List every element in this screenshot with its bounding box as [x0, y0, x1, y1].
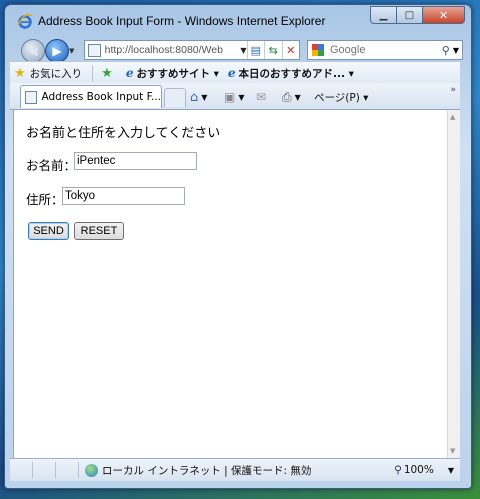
favorites-button[interactable]: ★ お気に入り [10, 66, 82, 81]
add-favorite-button[interactable]: ★ [97, 66, 117, 81]
back-icon: ◀ [28, 44, 38, 58]
print-icon: ⎙ [282, 89, 292, 104]
address-label: 住所： [26, 192, 64, 207]
send-button[interactable]: SEND [28, 222, 69, 240]
more-commands-chevron[interactable]: » [450, 85, 456, 95]
favorite-link-web-slice[interactable]: e 本日のおすすめアド... ▾ [225, 66, 354, 81]
ie-icon: e [125, 66, 134, 80]
address-url[interactable]: http://localhost:8080/Web [105, 44, 239, 56]
forward-icon: ▶ [52, 44, 62, 58]
security-zone-text: ローカル イントラネット | 保護モード: 無効 [102, 464, 312, 477]
favorites-bar: ★ お気に入り ★ e おすすめサイト ▾ e 本日のおすすめアド... ▾ [10, 61, 460, 84]
address-input[interactable] [62, 187, 185, 205]
new-tab-button[interactable] [164, 88, 186, 107]
page-menu-button[interactable]: ページ(P) ▾ [314, 88, 368, 106]
read-mail-button[interactable]: ✉ [256, 88, 266, 106]
status-bar: ローカル イントラネット | 保護モード: 無効 ⚲ 100% ▼ [10, 458, 460, 481]
stop-icon[interactable]: ✕ [281, 41, 299, 59]
search-box[interactable]: Google ⚲ ▼ [307, 40, 463, 60]
maximize-button[interactable]: □ [396, 6, 422, 24]
back-button[interactable]: ◀ [21, 39, 45, 63]
zoom-control[interactable]: ⚲ 100% ▼ [394, 464, 454, 476]
window-title: Address Book Input Form - Windows Intern… [38, 14, 326, 28]
scroll-down-arrow[interactable]: ▼ [450, 447, 455, 455]
address-bar[interactable]: http://localhost:8080/Web ▼ ▤ ⇆ ✕ [84, 40, 300, 60]
zoom-level: 100% [403, 464, 434, 476]
title-bar: Address Book Input Form - Windows Intern… [5, 5, 471, 35]
status-segment [10, 462, 33, 478]
zoom-icon: ⚲ [394, 464, 402, 476]
favorite-link-label: 本日のおすすめアド... ▾ [238, 67, 354, 80]
forward-button[interactable]: ▶ [45, 39, 69, 63]
tab-label: Address Book Input F... [41, 91, 161, 103]
favorites-label: お気に入り [29, 67, 83, 80]
minimize-button[interactable]: ▁ [370, 6, 396, 24]
google-icon [312, 43, 325, 57]
add-favorite-icon: ★ [101, 65, 113, 81]
tab-address-book[interactable]: Address Book Input F... [20, 85, 162, 108]
vertical-scrollbar[interactable]: ▲ ▼ [447, 110, 460, 458]
security-zone[interactable]: ローカル イントラネット | 保護モード: 無効 [85, 463, 311, 478]
name-input[interactable] [74, 152, 197, 170]
page-icon [25, 90, 38, 104]
tab-bar: Address Book Input F... ⌂ ▼ ▣ ▼ ✉ ⎙ ▼ ページ(P… [10, 83, 460, 110]
recent-pages-dropdown[interactable]: ▼ [69, 47, 74, 55]
globe-icon [85, 463, 98, 477]
rss-icon: ▣ [224, 90, 236, 104]
feeds-button[interactable]: ▣ ▼ [224, 88, 245, 106]
close-button[interactable]: ✕ [422, 6, 465, 24]
page-content: お名前と住所を入力してください お名前： 住所： SEND RESET [13, 110, 448, 458]
window-controls: ▁ □ ✕ [370, 6, 465, 24]
page-menu-label: ページ(P) ▾ [314, 91, 369, 104]
search-dropdown[interactable]: ▼ [453, 46, 459, 55]
home-button[interactable]: ⌂ ▼ [190, 88, 207, 106]
search-placeholder[interactable]: Google [330, 44, 442, 56]
star-icon: ★ [14, 65, 26, 81]
page-icon [88, 43, 101, 57]
divider [92, 65, 94, 81]
ie-icon: e [227, 66, 236, 80]
favorite-link-label: おすすめサイト ▾ [136, 67, 219, 80]
status-segment [33, 462, 56, 478]
search-icon[interactable]: ⚲ [442, 44, 450, 57]
scroll-up-arrow[interactable]: ▲ [450, 113, 455, 121]
home-icon: ⌂ [190, 89, 199, 105]
page-title: お名前と住所を入力してください [26, 126, 221, 141]
status-segment [56, 462, 79, 478]
compatibility-icon[interactable]: ▤ [246, 41, 264, 59]
print-button[interactable]: ⎙ ▼ [282, 88, 301, 106]
refresh-icon[interactable]: ⇆ [264, 41, 281, 59]
favorite-link-suggested-sites[interactable]: e おすすめサイト ▾ [123, 66, 219, 81]
reset-button[interactable]: RESET [74, 222, 124, 240]
name-label: お名前： [26, 158, 77, 173]
mail-icon: ✉ [256, 90, 267, 104]
ie-icon [17, 13, 33, 29]
